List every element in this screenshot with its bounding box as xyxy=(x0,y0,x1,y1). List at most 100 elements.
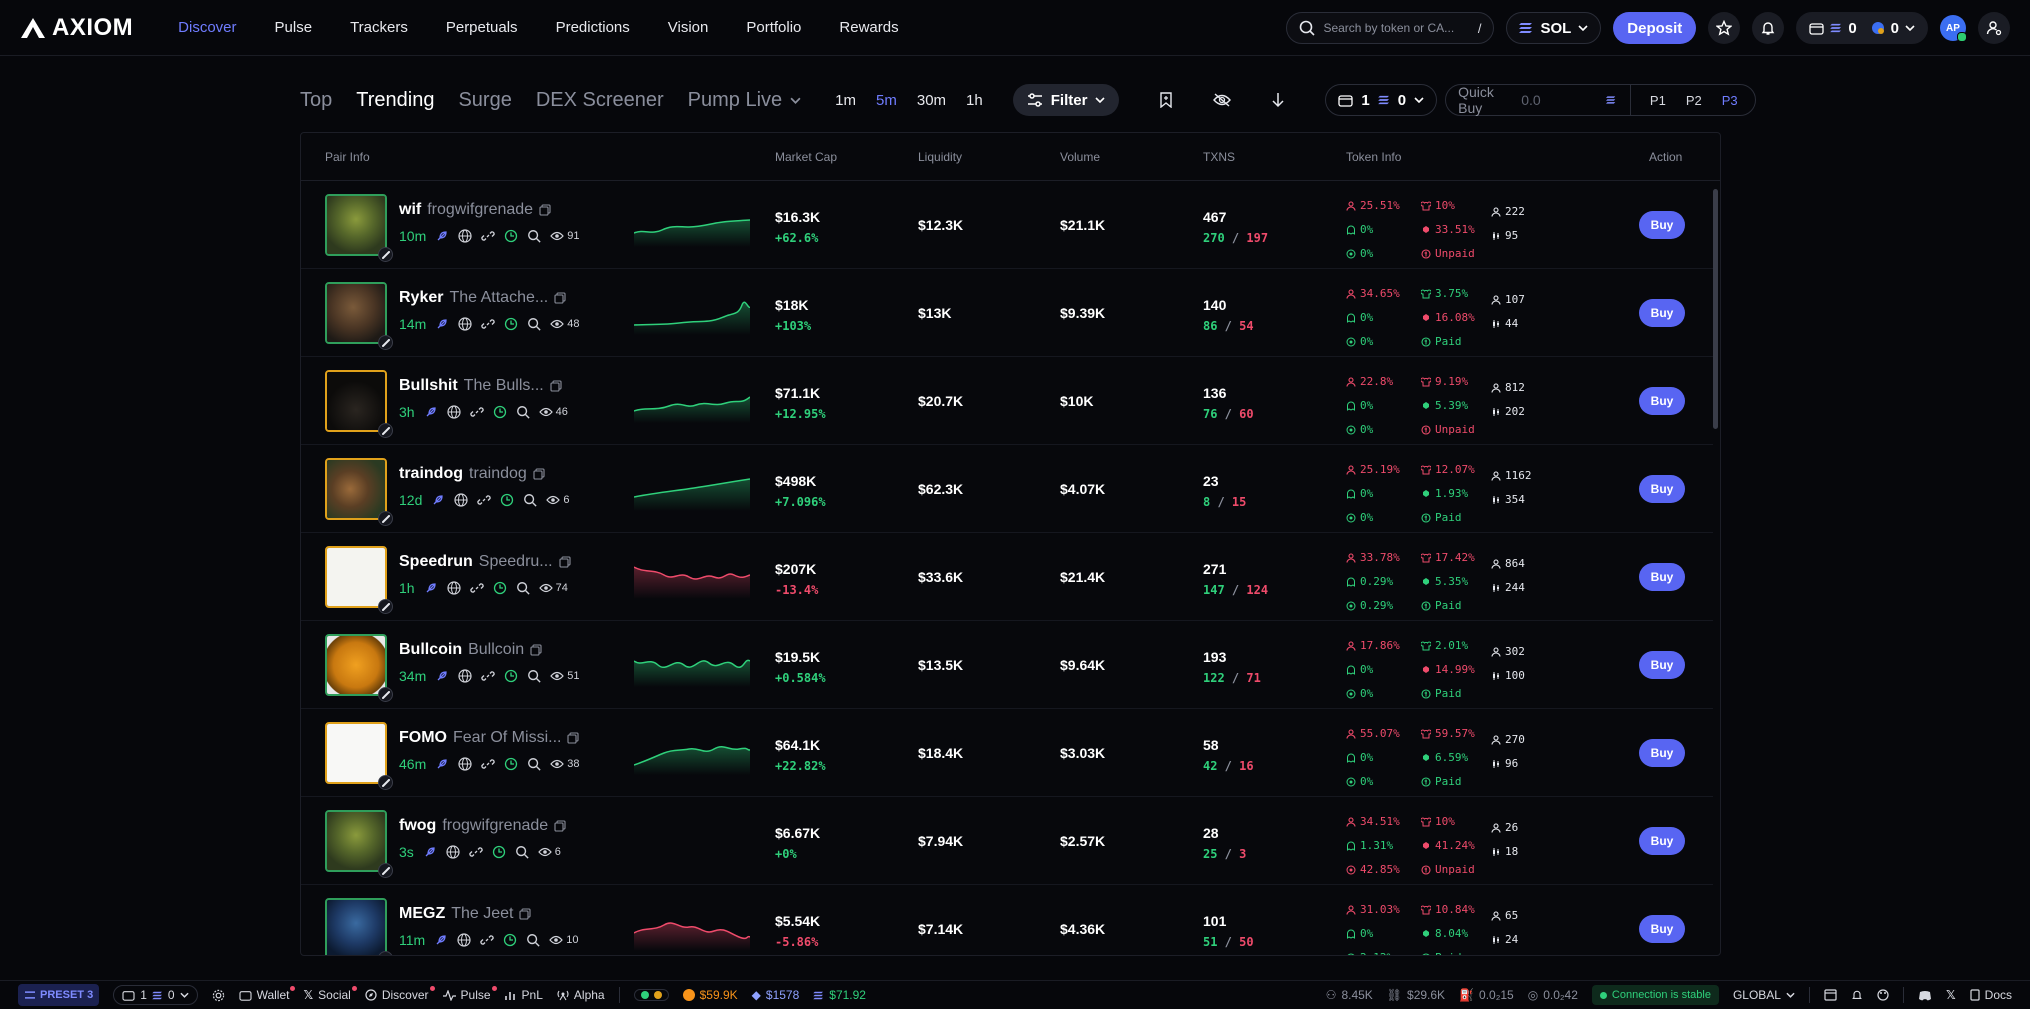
feather-icon[interactable] xyxy=(434,933,448,947)
preset-p1[interactable]: P1 xyxy=(1650,93,1666,108)
preset-selector[interactable]: PRESET 3 xyxy=(18,984,100,1006)
tab-surge[interactable]: Surge xyxy=(458,89,511,112)
footer-notifications-button[interactable] xyxy=(1851,989,1863,1001)
table-row[interactable]: traindog traindog 12d 6 $498K +7.096% $6… xyxy=(301,445,1713,533)
token-image[interactable] xyxy=(325,458,387,520)
copy-icon[interactable] xyxy=(533,468,545,480)
timeframe-1h[interactable]: 1h xyxy=(966,92,983,109)
search-icon[interactable] xyxy=(516,405,530,419)
footer-discover[interactable]: Discover xyxy=(365,986,435,1002)
footer-social[interactable]: 𝕏 Social xyxy=(303,986,357,1002)
preset-p3[interactable]: P3 xyxy=(1722,93,1738,108)
wallet-balance-pill[interactable]: 0 0 xyxy=(1796,12,1928,44)
region-selector[interactable]: GLOBAL xyxy=(1733,988,1795,1002)
nav-rewards[interactable]: Rewards xyxy=(839,19,898,36)
link-icon[interactable] xyxy=(469,581,484,595)
timeframe-1m[interactable]: 1m xyxy=(835,92,856,109)
link-icon[interactable] xyxy=(481,229,495,243)
nav-portfolio[interactable]: Portfolio xyxy=(746,19,801,36)
buy-button[interactable]: Buy xyxy=(1639,475,1685,503)
link-icon[interactable] xyxy=(469,405,484,419)
tab-trending[interactable]: Trending xyxy=(356,89,434,112)
buy-button[interactable]: Buy xyxy=(1639,915,1685,943)
table-row[interactable]: Ryker The Attache... 14m 48 $18K +103% $… xyxy=(301,269,1713,357)
search-icon[interactable] xyxy=(527,229,541,243)
feather-icon[interactable] xyxy=(423,845,437,859)
account-settings-button[interactable] xyxy=(1978,12,2010,44)
quick-buy-input[interactable]: Quick Buy 0.0 P1 P2 P3 xyxy=(1445,84,1756,116)
table-row[interactable]: MEGZ The Jeet 11m 10 $5.54K -5.86% $7.14… xyxy=(301,885,1713,955)
theme-button[interactable] xyxy=(1877,989,1889,1001)
docs-link[interactable]: Docs xyxy=(1970,988,2012,1002)
feather-icon[interactable] xyxy=(424,581,438,595)
tab-top[interactable]: Top xyxy=(300,89,332,112)
token-image[interactable] xyxy=(325,810,387,872)
buy-button[interactable]: Buy xyxy=(1639,827,1685,855)
table-row[interactable]: FOMO Fear Of Missi... 46m 38 $64.1K +22.… xyxy=(301,709,1713,797)
buy-button[interactable]: Buy xyxy=(1639,651,1685,679)
nav-discover[interactable]: Discover xyxy=(178,19,236,36)
tab-pump-live[interactable]: Pump Live xyxy=(688,89,802,112)
user-avatar[interactable]: AP xyxy=(1940,15,1967,42)
token-image[interactable] xyxy=(325,282,387,344)
header-market-cap[interactable]: Market Cap xyxy=(775,150,837,164)
copy-icon[interactable] xyxy=(530,644,542,656)
hide-toggle[interactable] xyxy=(1213,93,1232,107)
link-icon[interactable] xyxy=(469,845,483,859)
preset-p2[interactable]: P2 xyxy=(1686,93,1702,108)
globe-icon[interactable] xyxy=(457,933,471,947)
globe-icon[interactable] xyxy=(446,405,461,419)
footer-pnl[interactable]: PnL xyxy=(504,988,543,1002)
link-icon[interactable] xyxy=(481,317,495,331)
nav-predictions[interactable]: Predictions xyxy=(556,19,630,36)
footer-wallet[interactable]: Wallet xyxy=(239,986,296,1002)
search-icon[interactable] xyxy=(516,581,530,595)
feather-icon[interactable] xyxy=(435,317,449,331)
link-icon[interactable] xyxy=(481,669,495,683)
copy-icon[interactable] xyxy=(554,292,566,304)
bookmark-toggle[interactable] xyxy=(1159,92,1173,108)
wallet-selector[interactable]: 1 0 xyxy=(1325,84,1438,116)
table-row[interactable]: Bullcoin Bullcoin 34m 51 $19.5K +0.584% … xyxy=(301,621,1713,709)
token-image[interactable] xyxy=(325,898,387,955)
link-icon[interactable] xyxy=(480,933,494,947)
nav-vision[interactable]: Vision xyxy=(668,19,709,36)
axiom-logo[interactable]: AXIOM xyxy=(20,14,133,42)
nav-trackers[interactable]: Trackers xyxy=(350,19,408,36)
token-image[interactable] xyxy=(325,722,387,784)
footer-pulse[interactable]: Pulse xyxy=(442,986,497,1002)
buy-button[interactable]: Buy xyxy=(1639,563,1685,591)
link-icon[interactable] xyxy=(477,493,492,507)
nav-perpetuals[interactable]: Perpetuals xyxy=(446,19,518,36)
feather-icon[interactable] xyxy=(424,405,438,419)
layout-button[interactable] xyxy=(1824,989,1837,1001)
token-image[interactable] xyxy=(325,370,387,432)
search-icon[interactable] xyxy=(527,669,541,683)
token-image[interactable] xyxy=(325,634,387,696)
search-icon[interactable] xyxy=(515,845,529,859)
tab-dex-screener[interactable]: DEX Screener xyxy=(536,89,664,112)
buy-button[interactable]: Buy xyxy=(1639,211,1685,239)
buy-button[interactable]: Buy xyxy=(1639,387,1685,415)
copy-icon[interactable] xyxy=(550,380,562,392)
watchlist-button[interactable] xyxy=(1708,12,1741,44)
footer-wallet-selector[interactable]: 1 0 xyxy=(113,985,198,1005)
copy-icon[interactable] xyxy=(519,908,532,920)
feather-icon[interactable] xyxy=(435,229,449,243)
sort-toggle[interactable] xyxy=(1271,92,1285,108)
feather-icon[interactable] xyxy=(435,669,449,683)
timeframe-5m[interactable]: 5m xyxy=(876,92,897,109)
globe-icon[interactable] xyxy=(454,493,468,507)
filter-button[interactable]: Filter xyxy=(1012,84,1120,116)
feather-icon[interactable] xyxy=(435,757,449,771)
search-icon[interactable] xyxy=(526,933,540,947)
copy-icon[interactable] xyxy=(559,556,571,568)
globe-icon[interactable] xyxy=(458,317,472,331)
footer-alpha[interactable]: Alpha xyxy=(557,988,605,1002)
globe-icon[interactable] xyxy=(446,581,461,595)
header-liquidity[interactable]: Liquidity xyxy=(918,150,962,164)
discord-link[interactable] xyxy=(1918,990,1932,1001)
link-icon[interactable] xyxy=(481,757,495,771)
search-input[interactable]: Search by token or CA... / xyxy=(1286,12,1495,44)
chain-selector[interactable]: SOL xyxy=(1506,12,1602,44)
